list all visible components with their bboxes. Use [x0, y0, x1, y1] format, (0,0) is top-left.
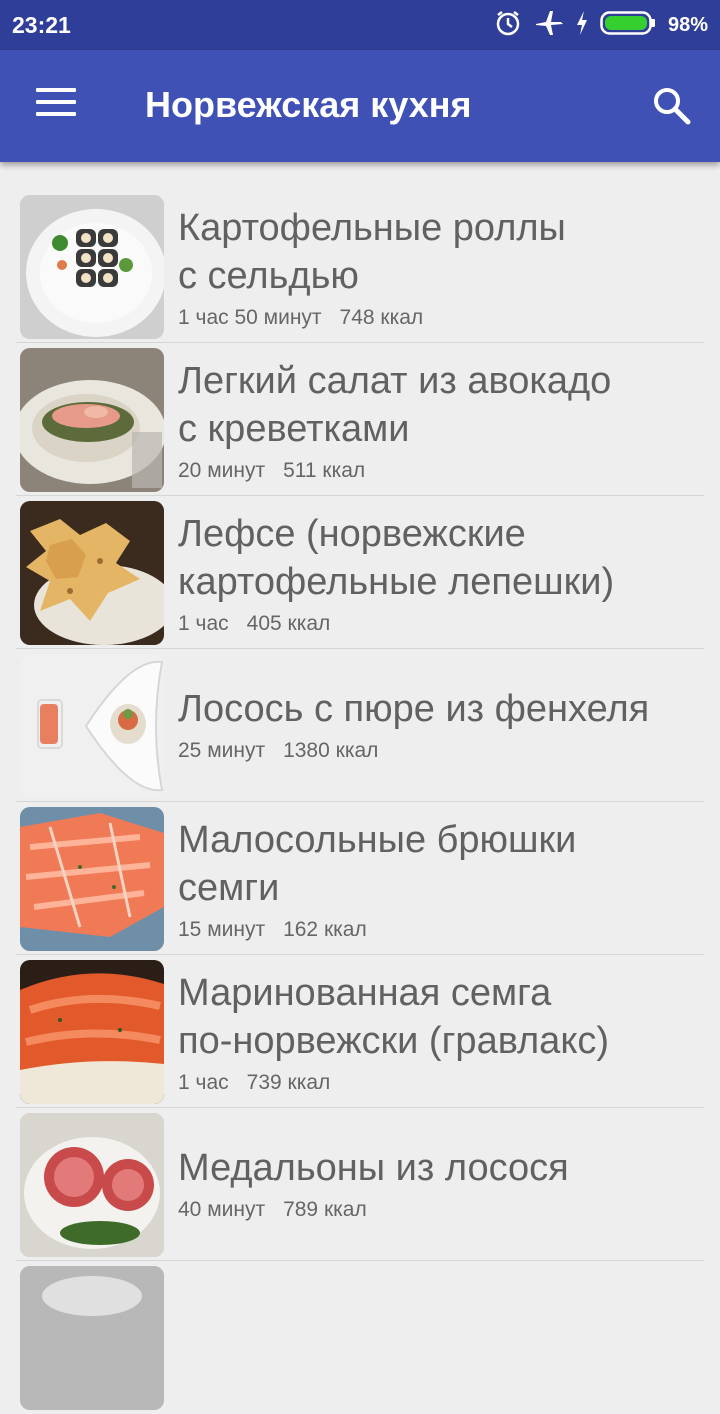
recipe-time: 15 минут: [178, 918, 266, 941]
recipe-photo: [20, 960, 164, 1104]
recipe-time: 1 час: [178, 1071, 229, 1094]
battery-icon: [600, 10, 656, 41]
recipe-title: Лосось с пюре из фенхеля: [178, 688, 650, 730]
recipe-photo: [20, 654, 164, 798]
recipe-text: Лефсе (норвежские картофельные лепешки) …: [178, 510, 706, 636]
recipe-title: Лефсе (норвежские картофельные лепешки): [178, 513, 615, 603]
recipe-kcal: 789 ккал: [283, 1198, 367, 1221]
search-icon[interactable]: [650, 84, 694, 128]
recipe-photo: [20, 348, 164, 492]
recipe-kcal: 405 ккал: [246, 612, 331, 635]
recipe-photo: [20, 501, 164, 645]
recipe-meta: 1 час 50 минут 748 ккал: [178, 306, 706, 330]
recipe-meta: 15 минут 162 ккал: [178, 918, 706, 942]
recipe-time: 40 минут: [178, 1198, 266, 1221]
recipe-title: Медальоны из лосося: [178, 1147, 569, 1189]
page-title: Норвежская кухня: [145, 84, 472, 125]
recipe-photo: [20, 195, 164, 339]
alarm-icon: [494, 9, 522, 42]
recipe-text: Лосось с пюре из фенхеля 25 минут 1380 кк…: [178, 685, 706, 763]
recipe-time: 20 минут: [178, 459, 266, 482]
status-bar: 23:21 98%: [0, 0, 720, 50]
recipe-title: Малосольные брюшки семги: [178, 819, 577, 909]
recipe-time: 1 час 50 минут: [178, 306, 322, 329]
recipe-meta: 20 минут 511 ккал: [178, 459, 706, 483]
battery-percent: 98%: [667, 13, 708, 36]
recipe-text: Малосольные брюшки семги 15 минут 162 кка…: [178, 816, 706, 942]
menu-icon[interactable]: [36, 88, 76, 118]
recipe-meta: 40 минут 789 ккал: [178, 1198, 706, 1222]
recipe-kcal: 748 ккал: [339, 306, 424, 329]
recipe-time: 1 час: [178, 612, 229, 635]
recipe-item[interactable]: Медальоны из лосося 40 минут 789 ккал: [0, 1108, 720, 1261]
recipe-item[interactable]: Малосольные брюшки семги 15 минут 162 кка…: [0, 802, 720, 955]
status-time: 23:21: [12, 12, 71, 38]
recipe-item[interactable]: [0, 1261, 720, 1414]
recipe-photo: [20, 1266, 164, 1410]
recipe-meta: 1 час 739 ккал: [178, 1071, 706, 1095]
recipe-time: 25 минут: [178, 739, 266, 762]
recipe-text: Картофельные роллы с сельдью 1 час 50 ми…: [178, 204, 706, 330]
recipe-item[interactable]: Легкий салат из авокадо с креветками 20 …: [0, 343, 720, 496]
recipe-kcal: 511 ккал: [283, 459, 366, 482]
status-icons: 98%: [494, 10, 708, 40]
recipe-meta: 1 час 405 ккал: [178, 612, 706, 636]
recipe-title: Легкий салат из авокадо с креветками: [178, 360, 612, 450]
recipe-item[interactable]: Картофельные роллы с сельдью 1 час 50 ми…: [0, 190, 720, 343]
recipe-item[interactable]: Лосось с пюре из фенхеля 25 минут 1380 кк…: [0, 649, 720, 802]
recipe-item[interactable]: Лефсе (норвежские картофельные лепешки) …: [0, 496, 720, 649]
recipe-photo: [20, 807, 164, 951]
recipe-item[interactable]: Маринованная семга по-норвежски (гравлак…: [0, 955, 720, 1108]
recipe-kcal: 162 ккал: [283, 918, 367, 941]
recipe-photo: [20, 1113, 164, 1257]
recipe-text: Маринованная семга по-норвежски (гравлак…: [178, 969, 706, 1095]
recipe-text: Медальоны из лосося 40 минут 789 ккал: [178, 1144, 706, 1222]
charging-icon: [576, 10, 588, 40]
recipe-list: Картофельные роллы с сельдью 1 час 50 ми…: [0, 190, 720, 1414]
recipe-title: Картофельные роллы с сельдью: [178, 207, 566, 297]
recipe-meta: 25 минут 1380 ккал: [178, 739, 706, 763]
recipe-text: Легкий салат из авокадо с креветками 20 …: [178, 357, 706, 483]
recipe-title: Маринованная семга по-норвежски (гравлак…: [178, 972, 610, 1062]
recipe-kcal: 739 ккал: [246, 1071, 331, 1094]
recipe-kcal: 1380 ккал: [283, 739, 379, 762]
airplane-icon: [534, 9, 564, 42]
app-bar: Норвежская кухня: [0, 50, 720, 162]
